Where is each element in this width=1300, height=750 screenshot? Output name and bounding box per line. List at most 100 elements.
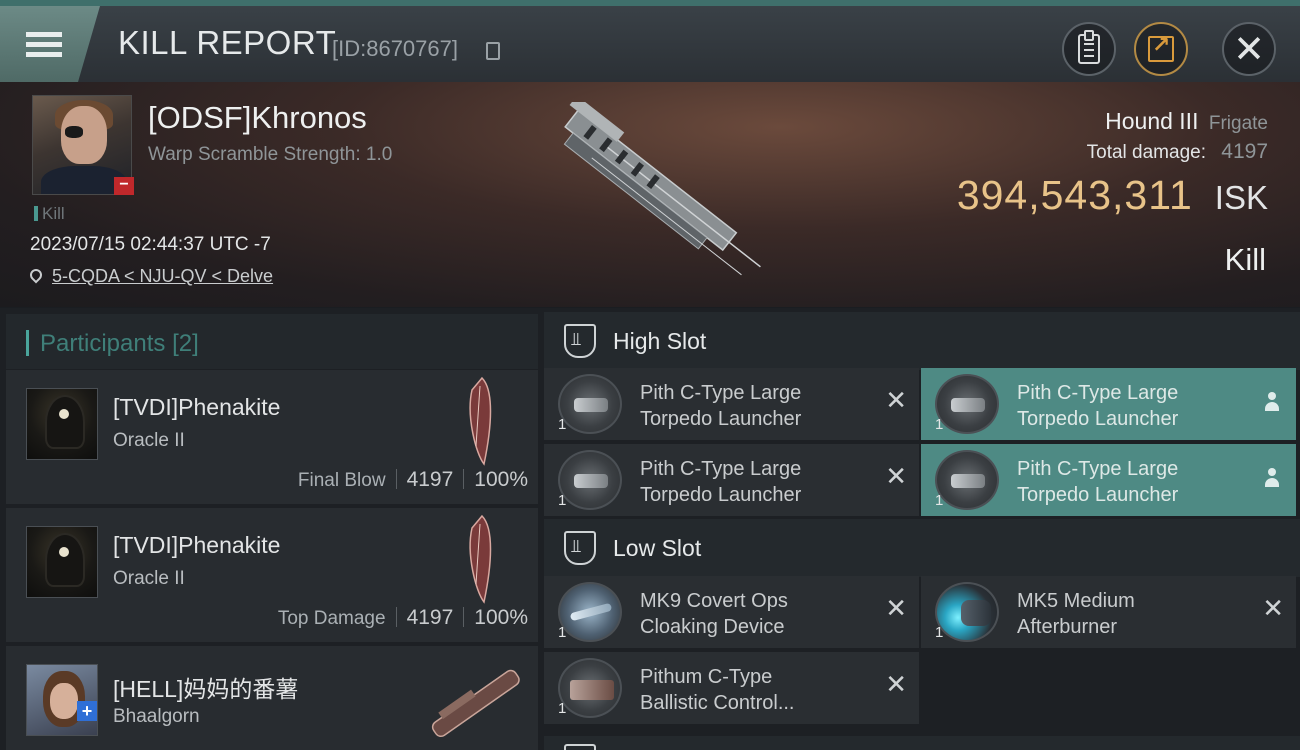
isk-unit: ISK	[1214, 179, 1268, 216]
participant-name: [TVDI]Phenakite	[113, 394, 281, 420]
module-item[interactable]: 1 MK5 Medium Afterburner ✕	[921, 576, 1296, 648]
kill-report-header: KILL REPORT [ID:8670767] ✕	[0, 0, 1300, 82]
participant-damage: 4197	[406, 468, 454, 491]
participant-avatar[interactable]	[26, 526, 98, 598]
total-damage: Total damage: 4197	[1087, 140, 1268, 164]
module-name: MK9 Covert Ops Cloaking Device	[640, 590, 788, 638]
report-id: [ID:8670767]	[332, 36, 458, 61]
dropped-person-icon	[1264, 392, 1280, 414]
module-item[interactable]: 1 Pith C-Type Large Torpedo Launcher	[921, 444, 1296, 516]
module-quantity: 1	[558, 416, 567, 433]
victim-name[interactable]: [ODSF]Khronos	[148, 100, 367, 136]
participant-ship: Oracle II	[113, 430, 185, 451]
module-item[interactable]: 1 Pith C-Type Large Torpedo Launcher	[921, 368, 1296, 440]
module-quantity: 1	[558, 700, 567, 717]
participant-ship-image	[469, 376, 492, 466]
torpedo-launcher-icon	[935, 374, 999, 434]
victim-ship[interactable]: Hound III Frigate	[1105, 108, 1268, 135]
module-quantity: 1	[935, 492, 944, 509]
participant-damage: 4197	[406, 606, 454, 629]
share-icon	[1148, 32, 1174, 62]
torpedo-launcher-icon	[558, 374, 622, 434]
module-item[interactable]: 1 Pithum C-Type Ballistic Control... ✕	[544, 652, 919, 724]
participant-name: [TVDI]Phenakite	[113, 532, 281, 558]
high-slot-title: High Slot	[613, 328, 707, 354]
warp-scramble-strength: Warp Scramble Strength: 1.0	[148, 144, 393, 165]
participant-role: Top Damage	[277, 608, 386, 629]
close-icon: ✕	[1233, 27, 1265, 71]
page-title: KILL REPORT	[118, 24, 337, 61]
fitting-panel: High Slot 1 Pith C-Type LargeTorpedo Lau…	[540, 308, 1300, 750]
dropped-person-icon	[1264, 468, 1280, 490]
participant-avatar[interactable]	[26, 664, 98, 736]
isk-value-line: 394,543,311 ISK	[957, 172, 1268, 219]
clipboard-button[interactable]	[1062, 22, 1116, 76]
afterburner-icon	[935, 582, 999, 642]
victim-status-badge: −	[114, 177, 134, 195]
victim-ship-image	[563, 102, 761, 276]
location-pin-icon	[27, 266, 45, 284]
next-slot-header	[544, 736, 1300, 750]
destroyed-icon: ✕	[1262, 594, 1284, 624]
participant-card[interactable]: + [HELL]妈妈的番薯 Bhaalgorn	[6, 646, 538, 750]
destroyed-icon: ✕	[885, 386, 907, 416]
participant-ship-image	[431, 669, 520, 738]
result-label: Kill	[1224, 242, 1266, 277]
high-slot-header: High Slot	[544, 312, 1300, 370]
participants-panel: Participants [2] [TVDI]Phenakite Oracle …	[0, 308, 540, 750]
total-damage-label: Total damage:	[1086, 142, 1206, 163]
close-button[interactable]: ✕	[1222, 22, 1276, 76]
copy-icon[interactable]	[486, 42, 500, 60]
participant-avatar[interactable]	[26, 388, 98, 460]
module-name: MK5 Medium Afterburner	[1017, 590, 1135, 638]
ship-class: Frigate	[1208, 113, 1268, 134]
friendly-plus-badge: +	[77, 701, 97, 721]
module-item[interactable]: 1 MK9 Covert Ops Cloaking Device ✕	[544, 576, 919, 648]
module-name: Pith C-Type Large Torpedo Launcher	[1017, 458, 1179, 506]
participant-ship-image	[469, 514, 492, 604]
share-button[interactable]	[1134, 22, 1188, 76]
location-link[interactable]: 5-CQDA < NJU-QV < Delve	[52, 266, 273, 286]
clipboard-icon	[1078, 30, 1100, 64]
ship-name: Hound III	[1105, 108, 1199, 134]
module-name: Pith C-Type Large Torpedo Launcher	[1017, 382, 1179, 430]
destroyed-icon: ✕	[885, 670, 907, 700]
module-quantity: 1	[558, 624, 567, 641]
menu-button[interactable]	[0, 6, 100, 82]
participant-card[interactable]: [TVDI]Phenakite Oracle II Top Damage 4197…	[6, 508, 538, 642]
participant-percent: 100%	[474, 606, 528, 629]
menu-icon	[26, 27, 62, 62]
total-damage-value: 4197	[1221, 140, 1268, 163]
module-quantity: 1	[935, 416, 944, 433]
participant-role: Final Blow	[297, 470, 386, 491]
participant-ship: Bhaalgorn	[113, 706, 200, 727]
participant-ship: Oracle II	[113, 568, 185, 589]
high-slot-icon	[564, 324, 596, 358]
participants-header: Participants [2]	[6, 314, 538, 369]
module-quantity: 1	[935, 624, 944, 641]
victim-banner: [ODSF]Khronos Warp Scramble Strength: 1.…	[0, 82, 1300, 307]
module-item[interactable]: 1 Pith C-Type Large Torpedo Launcher ✕	[544, 368, 919, 440]
participant-stats: Top Damage 4197 100%	[278, 606, 528, 630]
participant-card[interactable]: [TVDI]Phenakite Oracle II Final Blow 4197…	[6, 370, 538, 504]
ballistic-control-icon	[558, 658, 622, 718]
kill-tag: Kill	[34, 204, 65, 224]
torpedo-launcher-icon	[558, 450, 622, 510]
slot-icon	[564, 744, 596, 750]
participant-percent: 100%	[474, 468, 528, 491]
module-name: Pithum C-Type Ballistic Control...	[640, 666, 795, 714]
cloaking-device-icon	[558, 582, 622, 642]
participant-name: [HELL]妈妈的番薯	[113, 676, 299, 702]
module-name: Pith C-Type Large Torpedo Launcher	[640, 382, 802, 430]
isk-value: 394,543,311	[956, 172, 1193, 218]
torpedo-launcher-icon	[935, 450, 999, 510]
low-slot-icon	[564, 531, 596, 565]
kill-location[interactable]: 5-CQDA < NJU-QV < Delve	[27, 266, 273, 287]
participant-stats: Final Blow 4197 100%	[298, 468, 528, 492]
module-name: Pith C-Type Large Torpedo Launcher	[640, 458, 802, 506]
destroyed-icon: ✕	[885, 462, 907, 492]
module-item[interactable]: 1 Pith C-Type Large Torpedo Launcher ✕	[544, 444, 919, 516]
destroyed-icon: ✕	[885, 594, 907, 624]
participants-title: Participants [2]	[40, 330, 199, 357]
module-quantity: 1	[558, 492, 567, 509]
